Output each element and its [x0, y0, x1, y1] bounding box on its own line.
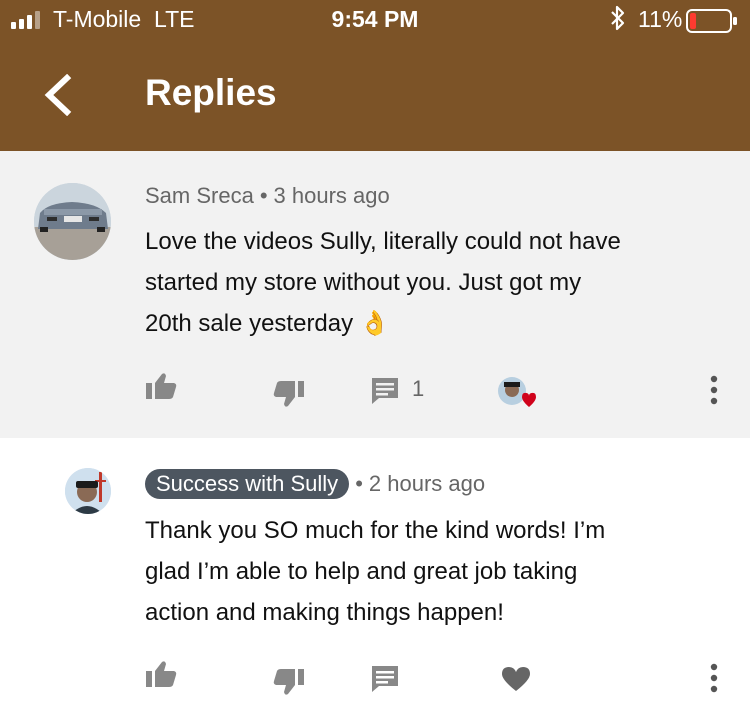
- reply-line: Thank you SO much for the kind words! I’…: [145, 517, 606, 544]
- reply-card: Success with Sully • 2 hours ago Thank you…: [0, 438, 750, 722]
- more-vertical-icon[interactable]: [710, 375, 718, 405]
- reply-line: glad I’m able to help and great job taki…: [145, 558, 578, 585]
- reply-line: action and making things happen!: [145, 599, 504, 626]
- status-bar: T-Mobile LTE 9:54 PM 11%: [0, 0, 750, 40]
- more-vertical-icon[interactable]: [710, 663, 718, 693]
- reply-icon[interactable]: [371, 665, 399, 693]
- comment-text: Love the videos Sully, literally could n…: [145, 221, 621, 344]
- creator-heart-icon: [498, 377, 536, 407]
- avatar[interactable]: [34, 183, 111, 260]
- comment-meta: Sam Sreca • 3 hours ago: [145, 183, 390, 208]
- thumbs-up-icon[interactable]: [145, 372, 177, 400]
- reply-text: Thank you SO much for the kind words! I’…: [145, 510, 605, 633]
- avatar[interactable]: [65, 468, 111, 514]
- comment-card: Sam Sreca • 3 hours ago Love the videos Su…: [0, 151, 750, 438]
- reply-icon[interactable]: [371, 377, 399, 405]
- comment-line: 20th sale yesterday 👌: [145, 310, 390, 337]
- heart-icon[interactable]: [501, 666, 531, 692]
- app-header: T-Mobile LTE 9:54 PM 11% Replies: [0, 0, 750, 151]
- battery-percent: 11%: [638, 6, 683, 32]
- bluetooth-icon: [611, 5, 625, 31]
- comment-line: Love the videos Sully, literally could n…: [145, 228, 621, 255]
- reply-time: 2 hours ago: [368, 471, 486, 496]
- battery-icon: [686, 9, 737, 33]
- reply-meta: Success with Sully • 2 hours ago: [145, 469, 485, 499]
- comment-time: 3 hours ago: [273, 183, 390, 208]
- page-title: Replies: [145, 72, 277, 113]
- creator-name-badge[interactable]: Success with Sully: [145, 469, 350, 499]
- back-chevron-icon[interactable]: [40, 74, 76, 116]
- thumbs-down-icon[interactable]: [273, 668, 305, 696]
- thumbs-up-icon[interactable]: [145, 660, 177, 688]
- comment-author[interactable]: Sam Sreca: [145, 183, 254, 208]
- ok-hand-emoji: 👌: [359, 310, 390, 337]
- car-photo-icon: [34, 183, 111, 260]
- reply-count: 1: [412, 376, 425, 401]
- comment-line: started my store without you. Just got m…: [145, 269, 582, 296]
- thumbs-down-icon[interactable]: [273, 380, 305, 408]
- profile-photo-icon: [65, 468, 111, 514]
